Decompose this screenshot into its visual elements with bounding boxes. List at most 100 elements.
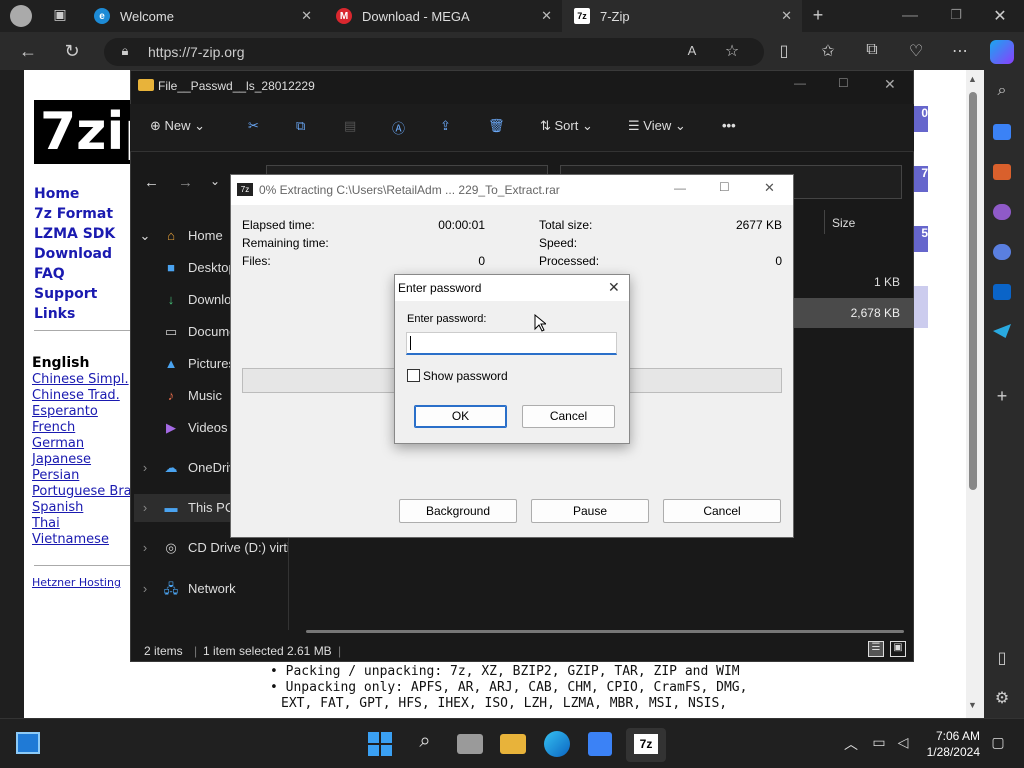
nav-item-videos[interactable]: ▶ Videos	[162, 420, 228, 436]
nav-lzma-sdk[interactable]: LZMA SDK	[34, 226, 115, 242]
tab-welcome[interactable]: e Welcome ✕	[82, 0, 322, 32]
close-icon[interactable]: ✕	[884, 76, 896, 93]
games-icon[interactable]	[993, 204, 1011, 220]
shopping-icon[interactable]	[993, 124, 1011, 140]
performance-icon[interactable]: ♡	[906, 41, 926, 61]
file-explorer-icon[interactable]	[500, 734, 526, 754]
paste-icon[interactable]: ▤	[344, 118, 356, 134]
pause-button[interactable]: Pause	[531, 499, 649, 523]
close-icon[interactable]: ✕	[764, 180, 775, 196]
tools-icon[interactable]	[993, 164, 1011, 180]
background-button[interactable]: Background	[399, 499, 517, 523]
cut-icon[interactable]: ✂	[248, 118, 259, 134]
search-icon[interactable]: ⌕	[992, 82, 1012, 100]
network-icon[interactable]: ▭	[870, 734, 888, 751]
nav-item-this-pc[interactable]: › ▬ This PC	[136, 500, 234, 515]
maximize-icon[interactable]: ☐	[719, 180, 730, 194]
close-icon[interactable]: ✕	[608, 279, 620, 296]
lang-link[interactable]: German	[32, 436, 84, 451]
new-tab-icon[interactable]: +	[808, 5, 828, 26]
notification-icon[interactable]: ▢	[988, 734, 1008, 751]
sidebar-toggle-icon[interactable]: ▯	[992, 648, 1012, 668]
nav-item-music[interactable]: ♪ Music	[162, 388, 222, 403]
close-window-icon[interactable]: ✕	[990, 6, 1010, 26]
clock-time[interactable]: 7:06 AM	[918, 729, 980, 743]
lang-link[interactable]: Japanese	[32, 452, 91, 467]
widgets-icon[interactable]	[16, 732, 40, 754]
close-icon[interactable]: ✕	[301, 8, 312, 24]
microsoft365-icon[interactable]	[993, 244, 1011, 260]
details-view-icon[interactable]: ☰	[868, 641, 884, 657]
copilot-icon[interactable]	[990, 40, 1014, 64]
nav-7z-format[interactable]: 7z Format	[34, 206, 113, 222]
lang-link[interactable]: Spanish	[32, 500, 83, 515]
tab-actions-icon[interactable]: ▣	[50, 6, 70, 23]
collections-icon[interactable]: ⧉	[862, 41, 882, 59]
search-icon[interactable]: ⌕	[412, 730, 438, 753]
7zip-taskbar-item[interactable]: 7z	[626, 728, 666, 762]
edge-icon[interactable]	[544, 731, 570, 757]
sort-button[interactable]: ⇅ Sort ⌄	[540, 118, 593, 134]
back-icon[interactable]: ←	[144, 174, 159, 191]
nav-faq[interactable]: FAQ	[34, 266, 65, 282]
start-icon[interactable]	[368, 732, 392, 756]
cancel-button[interactable]: Cancel	[522, 405, 615, 428]
nav-item-home[interactable]: ⌄ ⌂ Home	[136, 228, 223, 244]
show-password-checkbox[interactable]	[407, 369, 420, 382]
lang-link[interactable]: Chinese Trad.	[32, 388, 120, 403]
nav-links[interactable]: Links	[34, 306, 75, 322]
clock-date[interactable]: 1/28/2024	[918, 745, 980, 759]
share-icon[interactable]: ⇪	[440, 118, 451, 134]
recent-icon[interactable]: ⌄	[210, 174, 220, 188]
scroll-down-icon[interactable]: ▼	[968, 700, 977, 710]
scroll-thumb[interactable]	[969, 92, 977, 490]
lang-link[interactable]: Portuguese Bra	[32, 484, 130, 499]
scroll-up-icon[interactable]: ▲	[968, 74, 977, 84]
view-button[interactable]: ☰ View ⌄	[628, 118, 686, 134]
profile-avatar[interactable]	[10, 5, 32, 27]
delete-icon[interactable]: 🗑︎	[488, 118, 505, 134]
hosting-link[interactable]: Hetzner Hosting	[32, 576, 121, 589]
forward-icon[interactable]: →	[178, 174, 193, 191]
copy-icon[interactable]: ⧉	[296, 118, 305, 134]
nav-home[interactable]: Home	[34, 186, 79, 202]
lang-link[interactable]: Vietnamese	[32, 532, 109, 547]
lang-link[interactable]: Persian	[32, 468, 79, 483]
column-header-size[interactable]: Size	[832, 216, 855, 230]
tab-mega[interactable]: M Download - MEGA ✕	[324, 0, 562, 32]
back-icon[interactable]: ←	[18, 41, 38, 62]
rename-icon[interactable]: Ⓐ	[392, 118, 405, 137]
tiles-view-icon[interactable]: ▣	[890, 641, 906, 657]
maximize-icon[interactable]: ☐	[838, 76, 849, 90]
lock-icon[interactable]: 🔒︎	[116, 43, 134, 59]
ok-button[interactable]: OK	[414, 405, 507, 428]
add-sidebar-icon[interactable]: +	[992, 386, 1012, 407]
nav-item-network[interactable]: › 🖧︎ Network	[136, 580, 236, 602]
restore-icon[interactable]: ❐	[946, 7, 966, 23]
settings-gear-icon[interactable]: ⚙	[992, 688, 1012, 708]
more-icon[interactable]: •••	[722, 118, 736, 133]
tray-chevron-icon[interactable]: ︿	[842, 734, 860, 754]
nav-download[interactable]: Download	[34, 246, 112, 262]
horizontal-scrollbar[interactable]	[306, 630, 904, 633]
lang-link[interactable]: Thai	[32, 516, 60, 531]
minimize-icon[interactable]: —	[674, 181, 686, 195]
favorite-star-icon[interactable]: ☆	[722, 41, 742, 61]
password-input[interactable]	[406, 332, 617, 355]
nav-item-cd-drive[interactable]: ›◎CD Drive (D:) virtio-win	[136, 540, 288, 556]
lang-link[interactable]: French	[32, 420, 75, 435]
outlook-icon[interactable]	[993, 284, 1011, 300]
store-icon[interactable]	[588, 732, 612, 756]
split-screen-icon[interactable]: ▯	[774, 41, 794, 61]
task-view-icon[interactable]	[457, 734, 483, 754]
lang-link[interactable]: Chinese Simpl.	[32, 372, 129, 387]
tab-7zip[interactable]: 7z 7-Zip ✕	[562, 0, 802, 32]
nav-support[interactable]: Support	[34, 286, 97, 302]
url-bar[interactable]: https://7-zip.org	[104, 38, 764, 66]
more-icon[interactable]: ⋯	[950, 41, 970, 61]
minimize-icon[interactable]: —	[900, 7, 920, 25]
close-icon[interactable]: ✕	[781, 8, 792, 24]
favorites-icon[interactable]: ✩	[818, 41, 838, 61]
close-icon[interactable]: ✕	[541, 8, 552, 24]
volume-icon[interactable]: ◁	[894, 734, 912, 751]
